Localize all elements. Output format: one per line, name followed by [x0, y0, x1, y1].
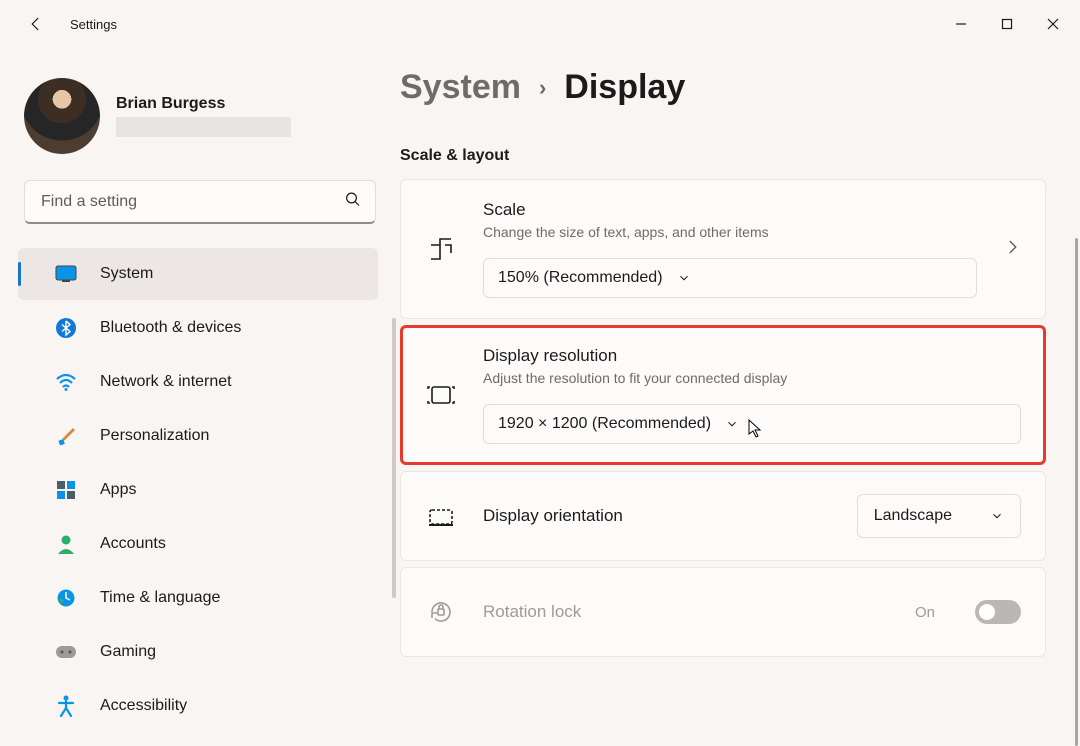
chevron-down-icon — [677, 271, 691, 285]
scale-subtitle: Change the size of text, apps, and other… — [483, 224, 977, 240]
minimize-button[interactable] — [938, 4, 984, 44]
sidebar-item-network[interactable]: Network & internet — [18, 356, 378, 408]
apps-icon — [54, 478, 78, 502]
scale-value: 150% (Recommended) — [498, 269, 663, 287]
clock-globe-icon — [54, 586, 78, 610]
breadcrumb-parent[interactable]: System — [400, 68, 521, 107]
rotation-lock-icon — [425, 588, 457, 636]
sidebar-item-label: Apps — [100, 481, 136, 499]
main-panel: System › Display Scale & layout Scale Ch… — [400, 48, 1080, 746]
chevron-right-icon: › — [539, 75, 546, 101]
nav-list: System Bluetooth & devices Network & int… — [0, 248, 400, 732]
sidebar-item-label: Bluetooth & devices — [100, 319, 241, 337]
sidebar-item-gaming[interactable]: Gaming — [18, 626, 378, 678]
resolution-value: 1920 × 1200 (Recommended) — [498, 415, 711, 433]
sidebar-item-label: Personalization — [100, 427, 209, 445]
cursor-icon — [748, 419, 764, 439]
titlebar: Settings — [0, 0, 1080, 48]
chevron-down-icon — [990, 509, 1004, 523]
close-button[interactable] — [1030, 4, 1076, 44]
accessibility-icon — [54, 694, 78, 718]
user-block[interactable]: Brian Burgess — [0, 60, 400, 164]
orientation-select[interactable]: Landscape — [857, 494, 1021, 538]
section-heading: Scale & layout — [400, 147, 1046, 165]
breadcrumb-current: Display — [564, 68, 685, 107]
orientation-icon — [425, 492, 457, 540]
sidebar-item-label: Time & language — [100, 589, 220, 607]
sidebar-item-label: Accounts — [100, 535, 166, 553]
rotation-state-label: On — [915, 604, 935, 621]
sidebar-item-accessibility[interactable]: Accessibility — [18, 680, 378, 732]
rotation-lock-card: Rotation lock On — [400, 567, 1046, 657]
search-input[interactable] — [24, 180, 376, 224]
orientation-card[interactable]: Display orientation Landscape — [400, 471, 1046, 561]
orientation-title: Display orientation — [483, 506, 623, 526]
wifi-icon — [54, 370, 78, 394]
expand-chevron[interactable] — [1003, 238, 1021, 261]
rotation-toggle — [975, 600, 1021, 624]
sidebar-item-personalization[interactable]: Personalization — [18, 410, 378, 462]
resolution-icon — [425, 371, 457, 419]
rotation-title: Rotation lock — [483, 602, 581, 622]
sidebar: Brian Burgess System Bluetooth & devices — [0, 48, 400, 746]
maximize-button[interactable] — [984, 4, 1030, 44]
sidebar-item-bluetooth[interactable]: Bluetooth & devices — [18, 302, 378, 354]
sidebar-item-accounts[interactable]: Accounts — [18, 518, 378, 570]
gamepad-icon — [54, 640, 78, 664]
sidebar-item-label: Network & internet — [100, 373, 232, 391]
sidebar-item-system[interactable]: System — [18, 248, 378, 300]
resolution-card[interactable]: Display resolution Adjust the resolution… — [400, 325, 1046, 465]
scale-select[interactable]: 150% (Recommended) — [483, 258, 977, 298]
system-icon — [54, 262, 78, 286]
scale-icon — [425, 225, 457, 273]
person-icon — [54, 532, 78, 556]
window-controls — [938, 4, 1076, 44]
scale-card[interactable]: Scale Change the size of text, apps, and… — [400, 179, 1046, 319]
user-name: Brian Burgess — [116, 95, 291, 113]
breadcrumb: System › Display — [400, 68, 1046, 107]
app-title: Settings — [70, 17, 117, 32]
sidebar-item-time[interactable]: Time & language — [18, 572, 378, 624]
avatar — [24, 78, 100, 154]
search-field[interactable] — [24, 180, 376, 224]
resolution-title: Display resolution — [483, 346, 1021, 366]
brush-icon — [54, 424, 78, 448]
back-button[interactable] — [16, 4, 56, 44]
chevron-down-icon — [725, 417, 739, 431]
sidebar-scrollbar[interactable] — [392, 318, 396, 598]
user-email-redacted — [116, 117, 291, 137]
sidebar-item-label: System — [100, 265, 153, 283]
bluetooth-icon — [54, 316, 78, 340]
orientation-value: Landscape — [874, 507, 952, 525]
search-icon — [344, 191, 362, 214]
sidebar-item-label: Gaming — [100, 643, 156, 661]
resolution-subtitle: Adjust the resolution to fit your connec… — [483, 370, 1021, 386]
sidebar-item-label: Accessibility — [100, 697, 187, 715]
scale-title: Scale — [483, 200, 977, 220]
sidebar-item-apps[interactable]: Apps — [18, 464, 378, 516]
main-scrollbar[interactable] — [1075, 238, 1078, 746]
resolution-select[interactable]: 1920 × 1200 (Recommended) — [483, 404, 1021, 444]
